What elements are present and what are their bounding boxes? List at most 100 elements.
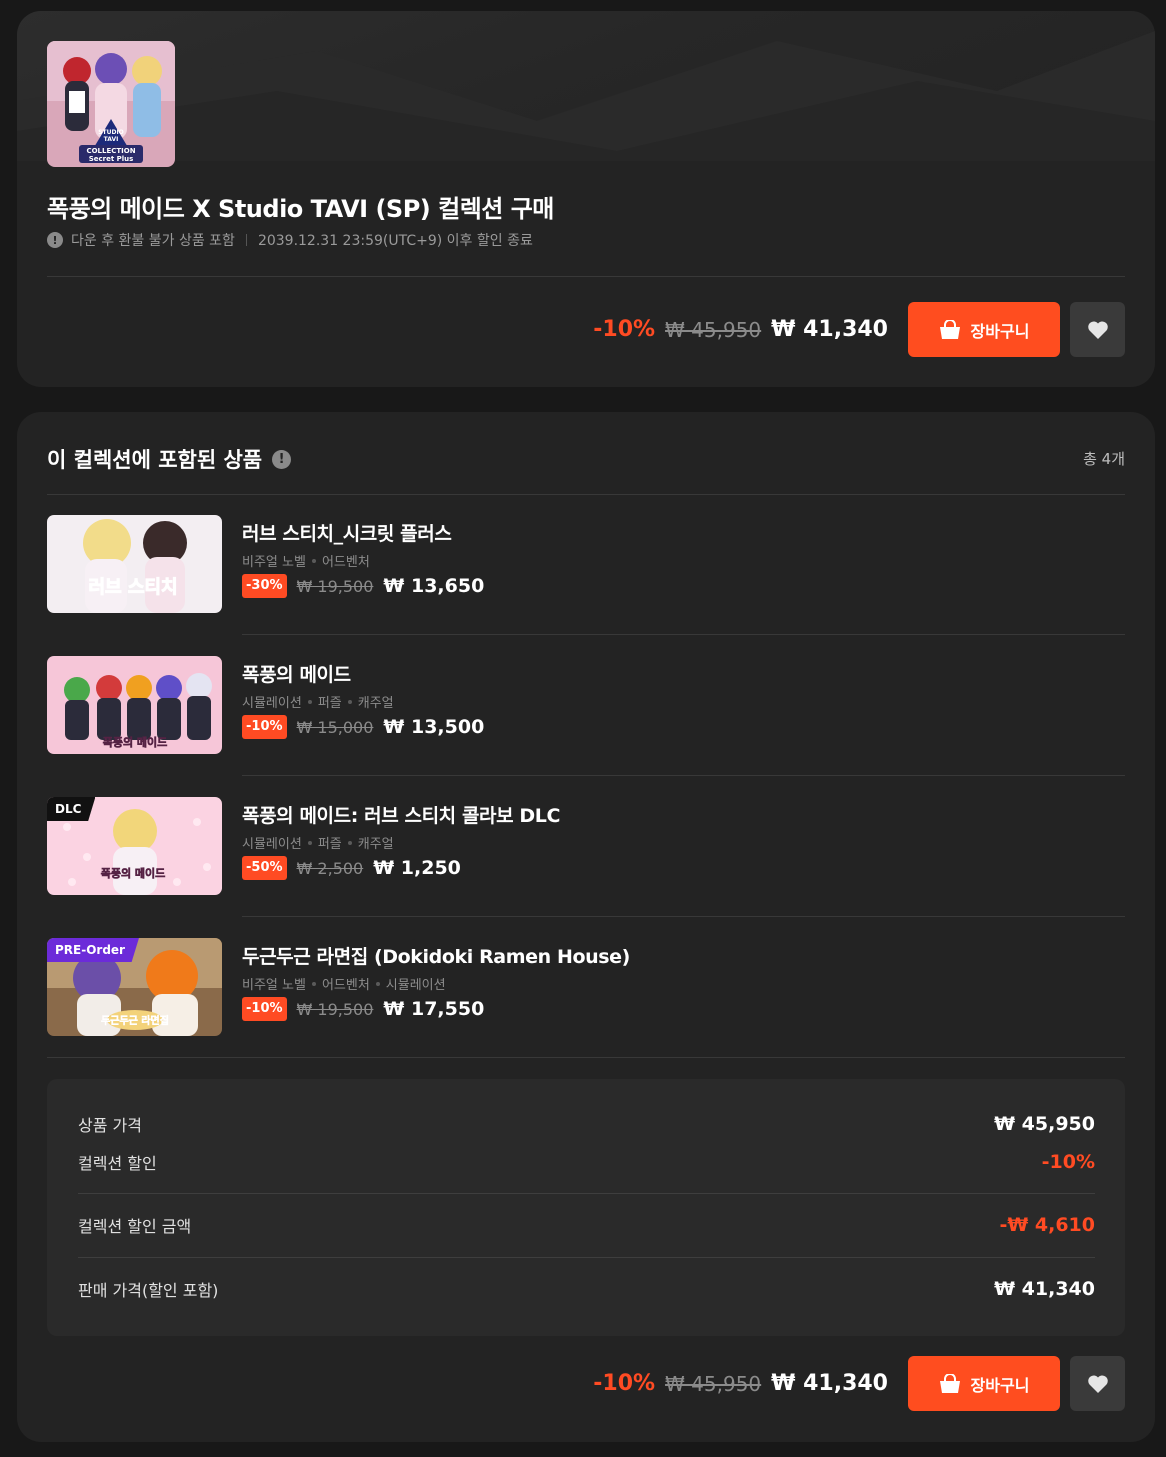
- purchase-row-top: -10% ₩ 45,950 ₩ 41,340 장바구니: [593, 302, 1125, 357]
- item-genres: 비주얼 노벨 어드벤처: [242, 551, 370, 570]
- dlc-tag: DLC: [47, 797, 96, 821]
- product-price-label: 상품 가격: [78, 1116, 142, 1135]
- cover-logo-tavi: TAVI: [104, 136, 119, 143]
- item-price: -30% ₩ 19,500 ₩ 13,650: [242, 574, 484, 598]
- item-original-price: ₩ 15,000: [296, 717, 374, 737]
- collection-item[interactable]: 두근두근 라면집 PRE-Order 두근두근 라면집 (Dokidoki Ra…: [47, 917, 1125, 1058]
- discount-amount-value: -₩ 4,610: [999, 1214, 1095, 1236]
- add-to-cart-label: 장바구니: [970, 1375, 1030, 1395]
- shopping-bag-icon: [939, 319, 960, 339]
- summary-divider: [78, 1193, 1095, 1194]
- cover-logo-secret-plus: Secret Plus: [89, 155, 134, 163]
- collection-item[interactable]: 폭풍의 메이드 폭풍의 메이드 시뮬레이션 퍼즐 캐주얼 -10% ₩ 15,0…: [47, 635, 1125, 776]
- collection-header-card: STUDIO TAVI COLLECTION Secret Plus 폭풍의 메…: [17, 11, 1155, 387]
- heart-icon: [1087, 1374, 1108, 1393]
- discount-badge: -10%: [242, 997, 287, 1021]
- add-to-cart-button[interactable]: 장바구니: [908, 302, 1060, 357]
- item-original-price: ₩ 19,500: [296, 576, 374, 596]
- discount-rate: -10%: [593, 317, 656, 342]
- sale-price-label: 판매 가격(할인 포함): [78, 1281, 219, 1300]
- item-original-price: ₩ 2,500: [296, 858, 364, 878]
- item-genres: 시뮬레이션 퍼즐 캐주얼: [242, 692, 394, 711]
- discount-badge: -30%: [242, 574, 287, 598]
- price-summary: 상품 가격 ₩ 45,950 컬렉션 할인 -10% 컬렉션 할인 금액 -₩ …: [47, 1079, 1125, 1336]
- cover-logo-collection: COLLECTION: [86, 147, 135, 155]
- refund-note: 다운 후 환불 불가 상품 포함: [71, 233, 235, 249]
- collection-item[interactable]: 폭풍의 메이드 DLC 폭풍의 메이드: 러브 스티치 콜라보 DLC 시뮬레이…: [47, 776, 1125, 917]
- discount-badge: -50%: [242, 856, 287, 880]
- collection-title: 폭풍의 메이드 X Studio TAVI (SP) 컬렉션 구매: [47, 195, 554, 223]
- heart-icon: [1087, 320, 1108, 339]
- genre-separator: [347, 840, 352, 845]
- thumbnail-logo-text: 폭풍의 메이드: [103, 735, 168, 749]
- item-title[interactable]: 폭풍의 메이드: [242, 660, 351, 687]
- product-price-value: ₩ 45,950: [994, 1113, 1095, 1135]
- genre-separator: [347, 699, 352, 704]
- item-final-price: ₩ 17,550: [383, 998, 485, 1020]
- original-price: ₩ 45,950: [665, 1371, 762, 1396]
- genre-tag[interactable]: 퍼즐: [318, 833, 342, 852]
- item-thumbnail[interactable]: 두근두근 라면집 PRE-Order: [47, 938, 222, 1036]
- cover-logo-studio: STUDIO: [98, 129, 124, 136]
- genre-separator: [311, 558, 316, 563]
- genre-tag[interactable]: 시뮬레이션: [386, 974, 446, 993]
- genre-tag[interactable]: 시뮬레이션: [242, 833, 302, 852]
- final-price: ₩ 41,340: [771, 317, 888, 342]
- meta-separator: [245, 234, 247, 246]
- genre-tag[interactable]: 어드벤처: [322, 551, 370, 570]
- purchase-row-bottom: -10% ₩ 45,950 ₩ 41,340 장바구니: [593, 1356, 1125, 1411]
- wishlist-button[interactable]: [1070, 302, 1125, 357]
- item-price: -50% ₩ 2,500 ₩ 1,250: [242, 856, 461, 880]
- item-thumbnail[interactable]: 폭풍의 메이드 DLC: [47, 797, 222, 895]
- pre-order-tag: PRE-Order: [47, 938, 139, 962]
- wishlist-button[interactable]: [1070, 1356, 1125, 1411]
- items-total-count: 총 4개: [1083, 450, 1125, 468]
- item-final-price: ₩ 1,250: [373, 857, 461, 879]
- thumbnail-logo-text: 두근두근 라면집: [101, 1014, 169, 1027]
- item-thumbnail[interactable]: 폭풍의 메이드: [47, 656, 222, 754]
- genre-tag[interactable]: 시뮬레이션: [242, 692, 302, 711]
- item-title[interactable]: 폭풍의 메이드: 러브 스티치 콜라보 DLC: [242, 801, 560, 828]
- discount-amount-label: 컬렉션 할인 금액: [78, 1217, 192, 1236]
- collection-meta: ! 다운 후 환불 불가 상품 포함 2039.12.31 23:59(UTC+…: [47, 230, 533, 250]
- genre-tag[interactable]: 퍼즐: [318, 692, 342, 711]
- collection-item[interactable]: 러브 스티치 러브 스티치_시크릿 플러스 비주얼 노벨 어드벤처 -30% ₩…: [47, 494, 1125, 635]
- item-thumbnail[interactable]: 러브 스티치: [47, 515, 222, 613]
- item-original-price: ₩ 19,500: [296, 999, 374, 1019]
- info-icon[interactable]: !: [272, 449, 292, 469]
- genre-separator: [307, 699, 312, 704]
- item-genres: 시뮬레이션 퍼즐 캐주얼: [242, 833, 394, 852]
- item-price: -10% ₩ 15,000 ₩ 13,500: [242, 715, 484, 739]
- summary-row-product-price: 상품 가격 ₩ 45,950: [78, 1112, 1095, 1136]
- add-to-cart-button[interactable]: 장바구니: [908, 1356, 1060, 1411]
- item-divider: [47, 1057, 1125, 1058]
- thumbnail-logo-text: 폭풍의 메이드: [101, 866, 166, 880]
- genre-tag[interactable]: 캐주얼: [358, 833, 394, 852]
- collection-items-card: 이 컬렉션에 포함된 상품 ! 총 4개 러브 스티치 러브 스티치_시크릿 플…: [17, 412, 1155, 1442]
- final-price: ₩ 41,340: [771, 1371, 888, 1396]
- add-to-cart-label: 장바구니: [970, 321, 1030, 341]
- original-price: ₩ 45,950: [665, 317, 762, 342]
- summary-row-collection-discount: 컬렉션 할인 -10%: [78, 1150, 1095, 1174]
- genre-tag[interactable]: 비주얼 노벨: [242, 974, 306, 993]
- shopping-bag-icon: [939, 1373, 960, 1393]
- genre-tag[interactable]: 캐주얼: [358, 692, 394, 711]
- header-divider: [47, 276, 1125, 277]
- genre-tag[interactable]: 어드벤처: [322, 974, 370, 993]
- item-price: -10% ₩ 19,500 ₩ 17,550: [242, 997, 484, 1021]
- item-final-price: ₩ 13,500: [383, 716, 485, 738]
- genre-tag[interactable]: 비주얼 노벨: [242, 551, 306, 570]
- info-icon: !: [47, 232, 63, 248]
- items-section-heading: 이 컬렉션에 포함된 상품 !: [47, 444, 292, 474]
- genre-separator: [311, 981, 316, 986]
- item-title[interactable]: 러브 스티치_시크릿 플러스: [242, 519, 452, 546]
- discount-rate: -10%: [593, 1371, 656, 1396]
- collection-discount-label: 컬렉션 할인: [78, 1154, 157, 1173]
- summary-row-discount-amount: 컬렉션 할인 금액 -₩ 4,610: [78, 1213, 1095, 1237]
- genre-separator: [307, 840, 312, 845]
- collection-cover-image: STUDIO TAVI COLLECTION Secret Plus: [47, 41, 175, 167]
- item-title[interactable]: 두근두근 라면집 (Dokidoki Ramen House): [242, 942, 630, 969]
- sale-end-note: 2039.12.31 23:59(UTC+9) 이후 할인 종료: [257, 233, 533, 249]
- summary-row-sale-price: 판매 가격(할인 포함) ₩ 41,340: [78, 1277, 1095, 1301]
- item-genres: 비주얼 노벨 어드벤처 시뮬레이션: [242, 974, 446, 993]
